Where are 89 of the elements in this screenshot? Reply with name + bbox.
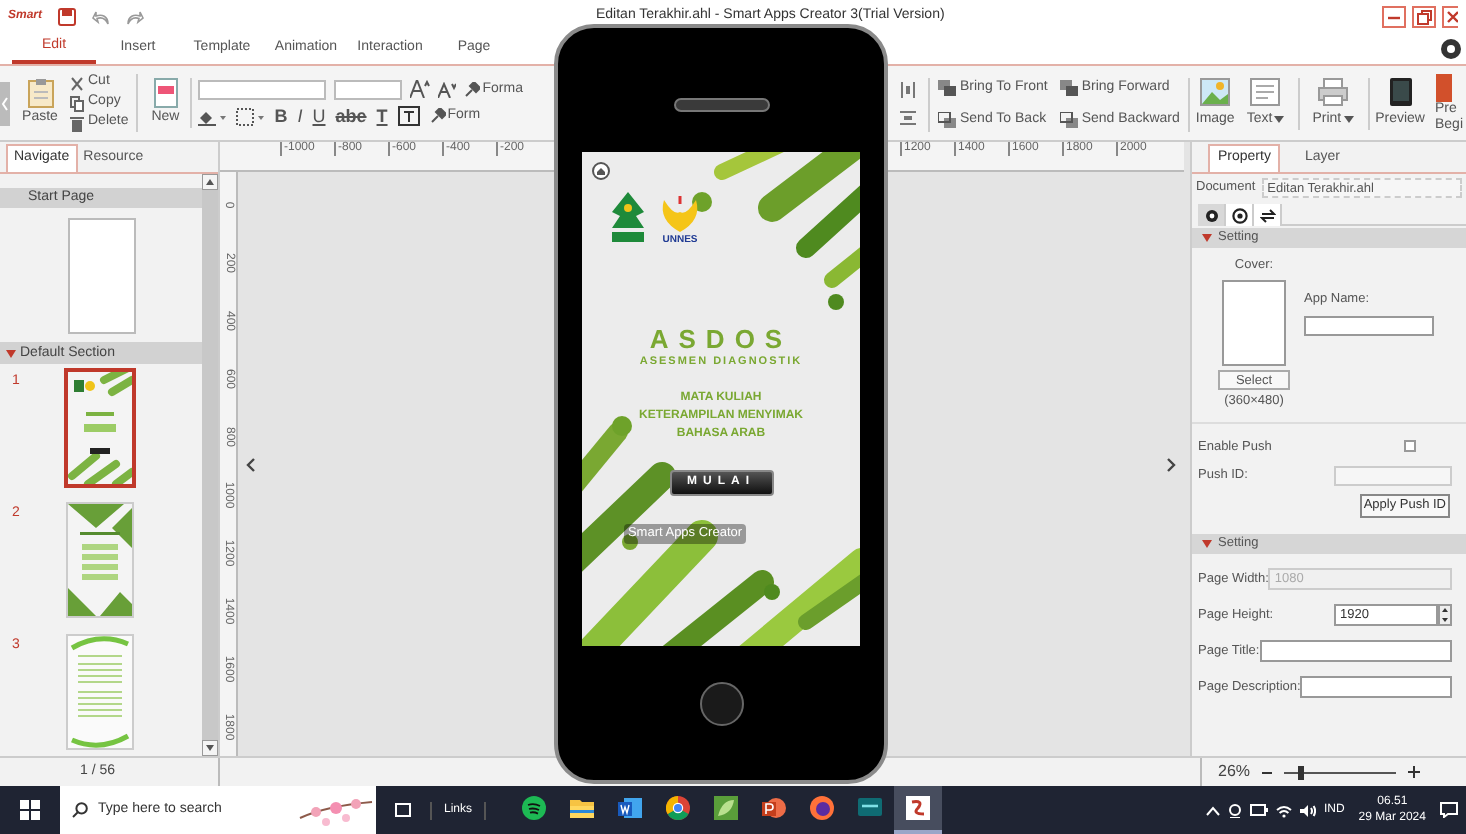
task-view-icon[interactable] (394, 802, 412, 818)
text-icon (1250, 77, 1281, 106)
layer-back-icon (1059, 112, 1078, 129)
collapse-left-icon[interactable] (246, 457, 256, 471)
font-style-button[interactable]: I (297, 107, 303, 126)
search-icon (72, 802, 88, 818)
layer-front-icon (938, 79, 956, 96)
copy-icon (70, 95, 84, 111)
border-icon[interactable] (236, 107, 265, 126)
start-icon[interactable] (20, 800, 40, 820)
slide-icon (1435, 74, 1451, 102)
image-icon (1200, 77, 1231, 106)
font-style-button[interactable]: abe (335, 107, 367, 126)
swap-icon (1259, 207, 1275, 223)
zoom-in-icon[interactable] (1408, 766, 1421, 778)
wifi-icon[interactable] (1275, 803, 1292, 817)
settings-icon[interactable] (1440, 38, 1462, 60)
zoom-slider-thumb[interactable] (1297, 765, 1304, 779)
taskbar-app[interactable] (894, 786, 943, 834)
gear-icon (1203, 207, 1219, 223)
grow-font-icon[interactable] (410, 80, 431, 99)
powerpoint-icon (762, 796, 787, 820)
chevron-up-icon[interactable] (1205, 805, 1220, 815)
globe-icon (1231, 207, 1247, 223)
font-style-button[interactable]: T (376, 107, 388, 126)
home-icon[interactable] (592, 162, 610, 180)
speaker-icon[interactable] (1299, 803, 1316, 817)
zoom-percent: 26% (1218, 760, 1251, 784)
zoom-out-icon[interactable] (1262, 767, 1273, 777)
notification-icon[interactable] (1440, 802, 1458, 818)
page-field[interactable] (1300, 676, 1452, 699)
font-size-field[interactable] (334, 79, 403, 100)
layer-front-icon (1059, 79, 1078, 96)
page-thumbnail[interactable] (68, 504, 132, 616)
emblem-logo-icon (608, 192, 648, 246)
property-icon-tab[interactable] (1198, 204, 1226, 226)
restore-icon[interactable] (1412, 6, 1436, 28)
cut-icon (70, 75, 84, 91)
word-icon (618, 796, 643, 820)
font-name-field[interactable] (198, 79, 327, 100)
unnes-logo-icon (658, 192, 702, 236)
align-center-icon[interactable] (900, 82, 916, 98)
minimize-icon[interactable] (1382, 6, 1406, 28)
enable-push-checkbox[interactable] (1404, 440, 1416, 453)
firefox-icon (810, 796, 835, 820)
font-style-button[interactable]: B (274, 107, 288, 126)
expand-caret-icon (6, 349, 16, 357)
brush-icon (464, 81, 481, 98)
app-title: ASDOS (649, 326, 793, 352)
push-id-field[interactable] (1334, 466, 1452, 487)
scrollbar[interactable] (202, 174, 218, 756)
spotify-icon (522, 796, 547, 820)
fill-color-icon[interactable] (198, 107, 227, 126)
expand-caret-icon (1202, 234, 1212, 242)
text-box-icon[interactable] (397, 106, 420, 127)
redo-icon[interactable] (126, 9, 145, 25)
chrome-icon (666, 796, 691, 820)
delete-icon (70, 115, 84, 131)
smartapps-icon (906, 796, 931, 820)
new-page-icon (153, 77, 178, 108)
print-icon (1317, 77, 1348, 106)
page-field[interactable] (1259, 640, 1452, 663)
page-thumbnail[interactable] (67, 217, 135, 333)
undo-icon[interactable] (92, 9, 111, 25)
close-icon[interactable] (1442, 6, 1458, 28)
shrink-font-icon[interactable] (438, 81, 457, 98)
page-thumbnail[interactable] (68, 636, 132, 748)
collapse-right-icon[interactable] (1166, 457, 1176, 471)
property-icon-tab[interactable] (1226, 204, 1254, 226)
font-style-button[interactable]: U (312, 107, 326, 126)
layer-back-icon (938, 112, 956, 129)
folder-icon (570, 796, 595, 820)
clipboard-icon (27, 77, 53, 108)
leaf-icon (714, 796, 739, 820)
webcam-icon[interactable] (1227, 803, 1242, 817)
preview-icon (1385, 77, 1416, 106)
property-icon-tab[interactable] (1254, 204, 1282, 226)
expand-caret-icon (1202, 540, 1212, 549)
save-icon[interactable] (58, 8, 77, 26)
spinner-icon (1438, 604, 1452, 627)
home-button[interactable] (699, 682, 743, 726)
phone-speaker (673, 98, 769, 112)
cover-image-box[interactable] (1222, 279, 1286, 366)
brush-icon (429, 108, 446, 125)
battery-icon[interactable] (1249, 804, 1268, 816)
align-middle-icon[interactable] (900, 110, 916, 126)
monitor-icon (858, 796, 883, 820)
app-name-field[interactable] (1304, 315, 1434, 336)
page-thumbnail[interactable] (68, 372, 132, 484)
